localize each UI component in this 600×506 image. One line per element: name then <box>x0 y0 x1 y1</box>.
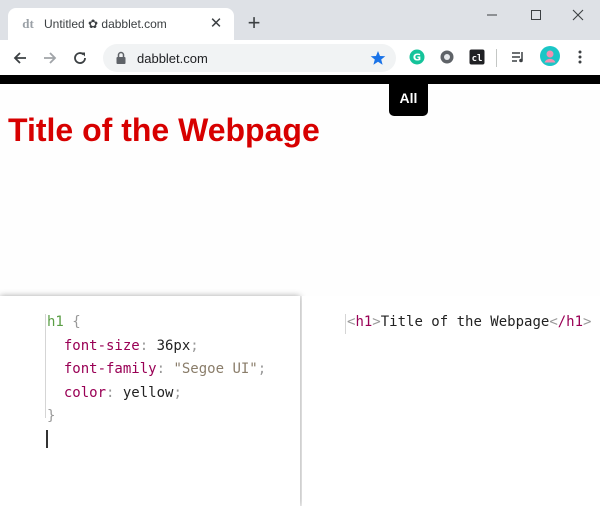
cl-extension-icon[interactable]: cl <box>469 49 485 65</box>
css-property: font-family <box>63 361 157 377</box>
lock-icon <box>116 51 126 64</box>
toolbar-divider <box>496 49 497 67</box>
forward-button[interactable] <box>38 46 62 70</box>
indent-guide <box>45 314 46 418</box>
html-text-content: Title of the Webpage <box>380 314 550 330</box>
text-cursor <box>46 430 48 448</box>
all-view-button[interactable]: All <box>389 84 428 116</box>
html-open-tag: h1 <box>355 314 373 330</box>
css-value: yellow <box>122 384 174 401</box>
tab-close-icon[interactable]: ✕ <box>208 16 224 32</box>
tab-strip: dt Untitled ✿ dabblet.com ✕ + <box>0 0 600 40</box>
forward-arrow-icon <box>44 52 57 64</box>
maximize-icon <box>531 10 541 20</box>
css-selector: h1 <box>47 314 64 330</box>
close-window-button[interactable] <box>556 0 600 30</box>
more-menu-button[interactable] <box>572 49 588 65</box>
browser-tab[interactable]: dt Untitled ✿ dabblet.com ✕ <box>8 8 234 40</box>
url-text[interactable]: dabblet.com <box>137 51 370 66</box>
preview-heading: Title of the Webpage <box>8 112 320 148</box>
css-property: color <box>63 384 107 401</box>
css-value: "Segoe UI" <box>173 361 258 377</box>
close-icon <box>572 9 584 21</box>
minimize-icon <box>487 14 497 16</box>
reload-button[interactable] <box>68 46 92 70</box>
extension-circle-icon[interactable] <box>439 49 455 65</box>
css-close-brace: } <box>47 408 56 424</box>
minimize-button[interactable] <box>470 0 514 30</box>
back-button[interactable] <box>8 46 32 70</box>
maximize-button[interactable] <box>514 0 558 30</box>
profile-avatar[interactable] <box>540 46 560 66</box>
grammarly-icon[interactable]: G <box>409 49 425 65</box>
svg-text:G: G <box>413 53 421 64</box>
star-icon[interactable] <box>370 50 386 66</box>
browser-toolbar: dabblet.com G cl <box>0 40 600 75</box>
address-bar[interactable]: dabblet.com <box>103 44 396 72</box>
css-open-brace: { <box>72 314 81 330</box>
html-code[interactable]: <h1>Title of the Webpage</h1> <box>347 311 591 335</box>
kebab-menu-icon <box>578 50 582 64</box>
tab-title: Untitled ✿ dabblet.com <box>44 17 167 31</box>
dabblet-icon: dt <box>22 16 34 31</box>
css-value: 36px <box>156 337 191 354</box>
reload-icon <box>74 52 86 64</box>
dabblet-top-bar <box>0 75 600 84</box>
html-close-tag: /h1 <box>557 314 584 330</box>
back-arrow-icon <box>13 52 26 64</box>
media-queue-icon[interactable] <box>510 49 526 65</box>
css-property: font-size <box>63 337 140 354</box>
indent-guide <box>345 314 346 334</box>
css-code[interactable]: h1 { font-size: 36px; font-family: "Sego… <box>47 311 266 429</box>
svg-text:cl: cl <box>472 54 483 64</box>
new-tab-button[interactable]: + <box>243 12 265 34</box>
